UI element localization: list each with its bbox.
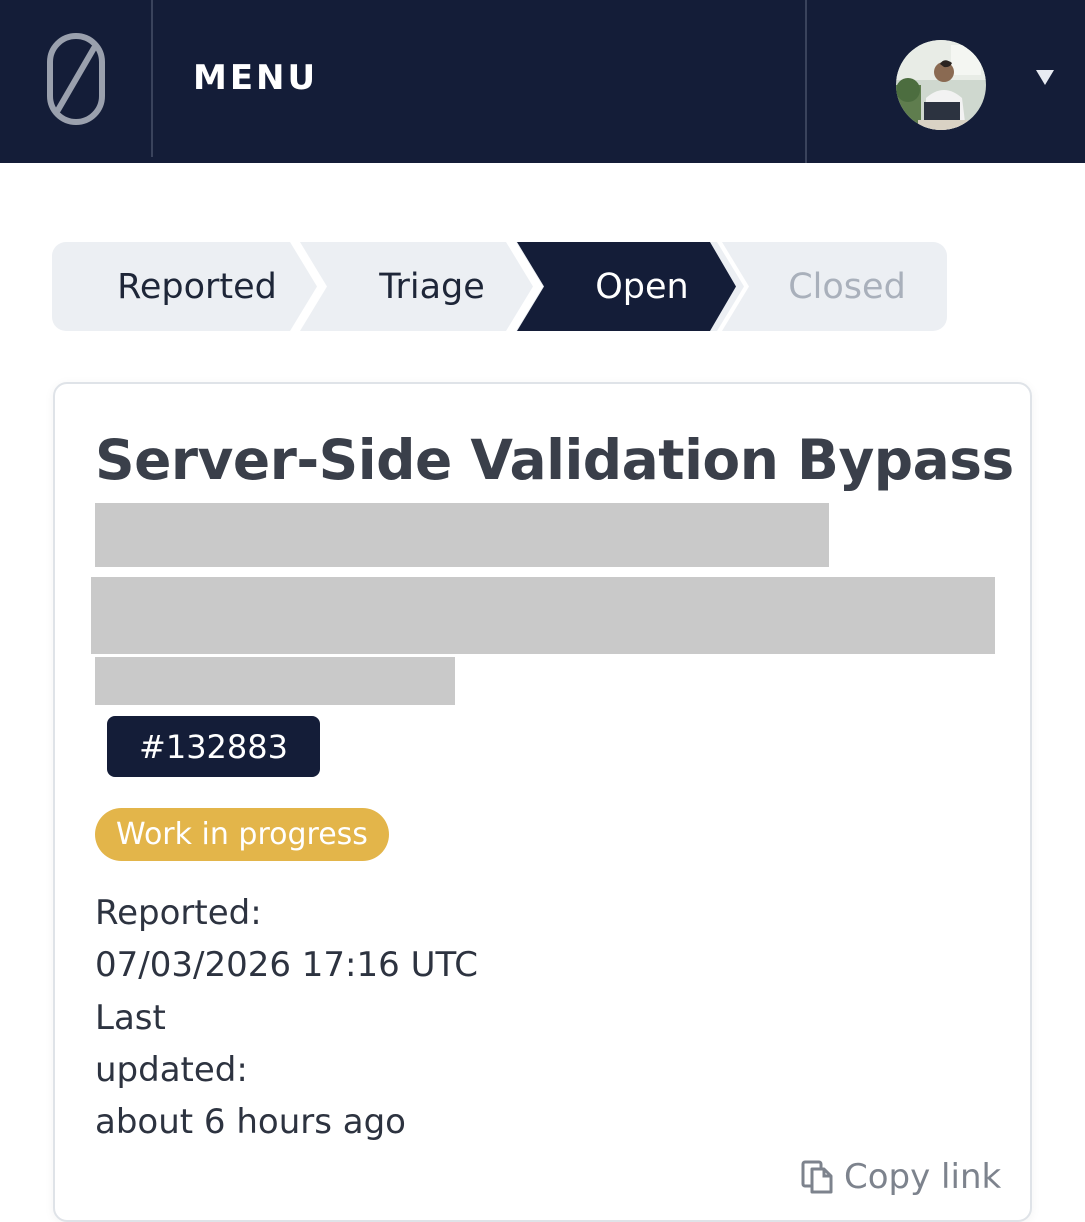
step-reported[interactable]: Reported	[72, 242, 322, 331]
redacted-block	[91, 577, 995, 654]
logo-button[interactable]	[0, 0, 153, 157]
redacted-block	[95, 503, 829, 567]
redacted-block	[95, 657, 455, 705]
header-divider	[805, 0, 807, 163]
step-triage[interactable]: Triage	[342, 242, 522, 331]
avatar-image	[896, 40, 986, 130]
user-avatar[interactable]	[896, 40, 986, 130]
status-badge: Work in progress	[95, 808, 389, 861]
updated-value: about 6 hours ago	[95, 1102, 406, 1142]
updated-label-line2: updated:	[95, 1050, 248, 1090]
zero-slash-logo-icon	[46, 32, 105, 125]
reported-value: 07/03/2026 17:16 UTC	[95, 945, 478, 985]
report-title: Server-Side Validation Bypass	[95, 428, 1014, 492]
step-closed[interactable]: Closed	[757, 242, 937, 331]
copy-icon	[800, 1159, 836, 1195]
step-open[interactable]: Open	[552, 242, 732, 331]
status-stepper: Reported Triage Open Closed	[52, 242, 947, 331]
caret-down-icon[interactable]	[1036, 70, 1054, 85]
reported-label: Reported:	[95, 893, 262, 933]
top-navigation-bar: MENU	[0, 0, 1085, 163]
copy-link-label: Copy link	[844, 1157, 1002, 1197]
updated-label-line1: Last	[95, 998, 166, 1038]
menu-button[interactable]: MENU	[193, 58, 318, 98]
copy-link-button[interactable]: Copy link	[800, 1157, 1001, 1197]
report-id-badge[interactable]: #132883	[107, 716, 320, 777]
